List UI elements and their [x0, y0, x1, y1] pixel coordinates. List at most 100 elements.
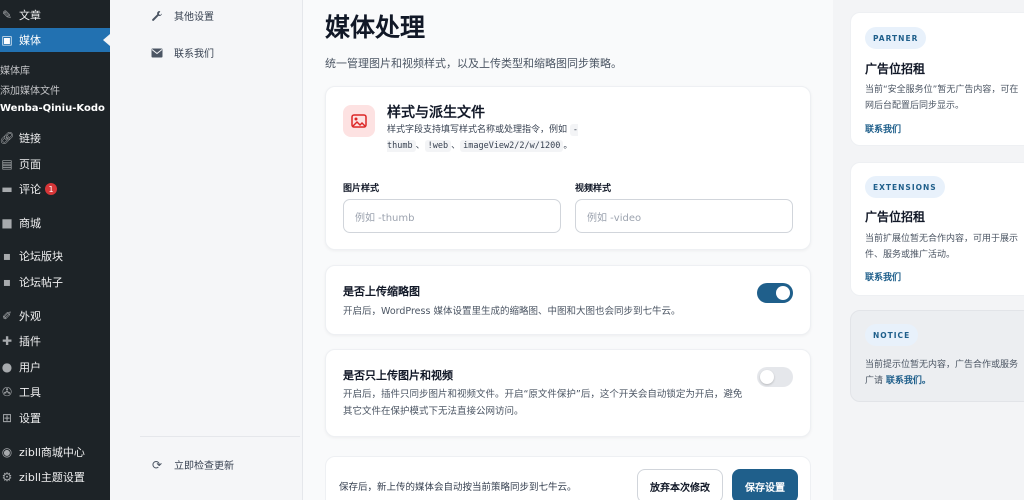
tag-badge: PARTNER: [865, 27, 927, 49]
nav-label: 其他设置: [174, 12, 214, 23]
image-style-input[interactable]: 例如 -thumb: [343, 199, 561, 233]
toggle-description: 开启后，插件只同步图片和视频文件。开启“原文件保护”后，这个开关会自动锁定为开启…: [343, 389, 743, 417]
plugin-icon: ✚: [1, 334, 13, 348]
tag-badge: NOTICE: [865, 324, 919, 346]
nav-divider: [140, 436, 300, 437]
toggle-description: 开启后，WordPress 媒体设置里生成的缩略图、中图和大图也会同步到七牛云。: [343, 306, 681, 317]
menu-label: 媒体: [19, 34, 41, 47]
submenu-wenba-qiniu-kodo[interactable]: Wenba-Qiniu-Kodo: [0, 103, 105, 114]
menu-item-forum-boards[interactable]: ▪ 论坛版块: [0, 244, 110, 268]
menu-label: 商城: [19, 217, 41, 230]
contact-link[interactable]: 联系我们: [865, 122, 901, 135]
example-code: !web: [424, 140, 452, 152]
submenu-add-media[interactable]: 添加媒体文件: [0, 82, 60, 97]
contact-link[interactable]: 联系我们: [865, 270, 901, 283]
main-panel: 媒体处理 统一管理图片和视频样式，以及上传类型和缩略图同步策略。 样式与派生文件…: [303, 0, 833, 500]
brush-icon: ✐: [1, 309, 13, 323]
tag-badge: EXTENSIONS: [865, 176, 945, 198]
settings-icon: ⊞: [1, 411, 13, 425]
only-media-card: 是否只上传图片和视频 开启后，插件只同步图片和视频文件。开启“原文件保护”后，这…: [325, 349, 811, 437]
wrench-icon: [150, 9, 164, 23]
mail-icon: [150, 46, 164, 60]
only-media-toggle[interactable]: [757, 367, 793, 387]
gear-icon: ⚙: [1, 470, 13, 484]
settings-nav: 其他设置 联系我们 ⟳ 立即检查更新: [110, 0, 303, 500]
menu-item-pages[interactable]: ▤ 页面: [0, 152, 110, 176]
wp-admin-sidebar: ✎ 文章 ▣ 媒体 媒体库 添加媒体文件 Wenba-Qiniu-Kodo 🔗︎…: [0, 0, 110, 500]
styles-card: 样式与派生文件 样式字段支持填写样式名称或处理指令，例如 -thumb、 !web…: [325, 86, 811, 250]
card-subtitle: 样式字段支持填写样式名称或处理指令，例如 -thumb、 !web、 imageVi…: [387, 122, 627, 154]
upload-thumbs-card: 是否上传缩略图 开启后，WordPress 媒体设置里生成的缩略图、中图和大图也…: [325, 265, 811, 335]
page-description: 统一管理图片和视频样式，以及上传类型和缩略图同步策略。: [325, 57, 622, 70]
menu-item-tools[interactable]: ✇ 工具: [0, 380, 110, 404]
ad-card-extensions: EXTENSIONS 广告位招租 当前扩展位暂无合作内容，可用于展示 件、服务或…: [850, 162, 1024, 296]
menu-label: 论坛版块: [19, 250, 63, 263]
menu-item-plugins[interactable]: ✚ 插件: [0, 329, 110, 353]
menu-item-media[interactable]: ▣ 媒体: [0, 28, 110, 52]
menu-item-shop[interactable]: ■ 商城: [0, 211, 110, 235]
video-style-input[interactable]: 例如 -video: [575, 199, 793, 233]
menu-item-appearance[interactable]: ✐ 外观: [0, 304, 110, 328]
menu-item-posts[interactable]: ✎ 文章: [0, 3, 110, 27]
ad-text: 当前“安全服务位”暂无广告内容，可在: [865, 85, 1019, 95]
menu-label: 用户: [19, 361, 41, 374]
menu-item-links[interactable]: 🔗︎ 链接: [0, 126, 110, 150]
contact-link[interactable]: 联系我们。: [886, 376, 931, 386]
nav-contact-us[interactable]: 联系我们: [150, 45, 214, 60]
menu-label: 论坛帖子: [19, 276, 63, 289]
card-title: 样式与派生文件: [387, 105, 485, 121]
menu-label: 插件: [19, 335, 41, 348]
menu-label: 评论: [19, 183, 41, 196]
period: 。: [563, 141, 573, 151]
ad-text-prefix: 广请: [865, 376, 886, 386]
shop-center-icon: ◉: [1, 445, 13, 459]
nav-label: 联系我们: [174, 49, 214, 60]
image-style-icon: [343, 105, 375, 137]
toggle-knob: [760, 370, 774, 384]
menu-item-zibll-shop-center[interactable]: ◉ zibll商城中心: [0, 440, 110, 464]
wrench-icon: ✇: [1, 385, 13, 399]
subtitle-text: 样式字段支持填写样式名称或处理指令，例如: [387, 125, 568, 135]
ad-title: 广告位招租: [865, 210, 926, 224]
save-hint: 保存后，新上传的媒体会自动按当前策略同步到七牛云。: [339, 482, 577, 493]
menu-item-settings[interactable]: ⊞ 设置: [0, 406, 110, 430]
menu-item-users[interactable]: ● 用户: [0, 355, 110, 379]
toggle-title: 是否只上传图片和视频: [343, 369, 453, 382]
submenu-media-library[interactable]: 媒体库: [0, 62, 30, 77]
refresh-icon: ⟳: [151, 457, 163, 472]
save-bar: 保存后，新上传的媒体会自动按当前策略同步到七牛云。 放弃本次修改 保存设置: [325, 456, 811, 500]
shop-icon: ■: [1, 216, 13, 230]
example-code: imageView2/2/w/1200: [460, 140, 564, 152]
comment-count-badge: 1: [45, 183, 57, 195]
ad-text: 广请 联系我们。: [865, 373, 1024, 389]
ad-text: 件、服务或推广活动。: [865, 250, 956, 260]
menu-item-comments[interactable]: ▬ 评论 1: [0, 177, 110, 201]
upload-thumbs-toggle[interactable]: [757, 283, 793, 303]
page-title: 媒体处理: [325, 13, 426, 42]
menu-label: zibll主题设置: [19, 471, 85, 484]
nav-label: 立即检查更新: [174, 461, 234, 472]
menu-item-forum-posts[interactable]: ▪ 论坛帖子: [0, 270, 110, 294]
menu-item-zibll-theme-settings[interactable]: ⚙ zibll主题设置: [0, 465, 110, 489]
separator: 、: [451, 141, 461, 151]
media-icon: ▣: [1, 33, 13, 47]
link-icon: 🔗︎: [0, 131, 15, 145]
ad-text: 当前扩展位暂无合作内容，可用于展示: [865, 234, 1019, 244]
menu-label: 链接: [19, 132, 41, 145]
save-button[interactable]: 保存设置: [732, 469, 798, 500]
discard-button[interactable]: 放弃本次修改: [637, 469, 723, 500]
comment-icon: ▬: [1, 182, 13, 196]
menu-label: 设置: [19, 412, 41, 425]
ad-column: PARTNER 广告位招租 当前“安全服务位”暂无广告内容，可在 网后台配置后同…: [833, 0, 1024, 500]
nav-check-updates[interactable]: ⟳ 立即检查更新: [150, 457, 234, 473]
image-style-label: 图片样式: [343, 184, 380, 194]
user-icon: ●: [1, 360, 13, 374]
nav-other-settings[interactable]: 其他设置: [150, 8, 214, 23]
pin-icon: ✎: [1, 8, 13, 22]
ad-text: 网后台配置后同步显示。: [865, 101, 965, 111]
ad-title: 广告位招租: [865, 62, 926, 76]
ad-text: 当前提示位暂无内容，广告合作或服务: [865, 360, 1019, 370]
page-icon: ▤: [1, 157, 13, 171]
menu-label: 文章: [19, 9, 41, 22]
video-style-label: 视频样式: [575, 184, 612, 194]
